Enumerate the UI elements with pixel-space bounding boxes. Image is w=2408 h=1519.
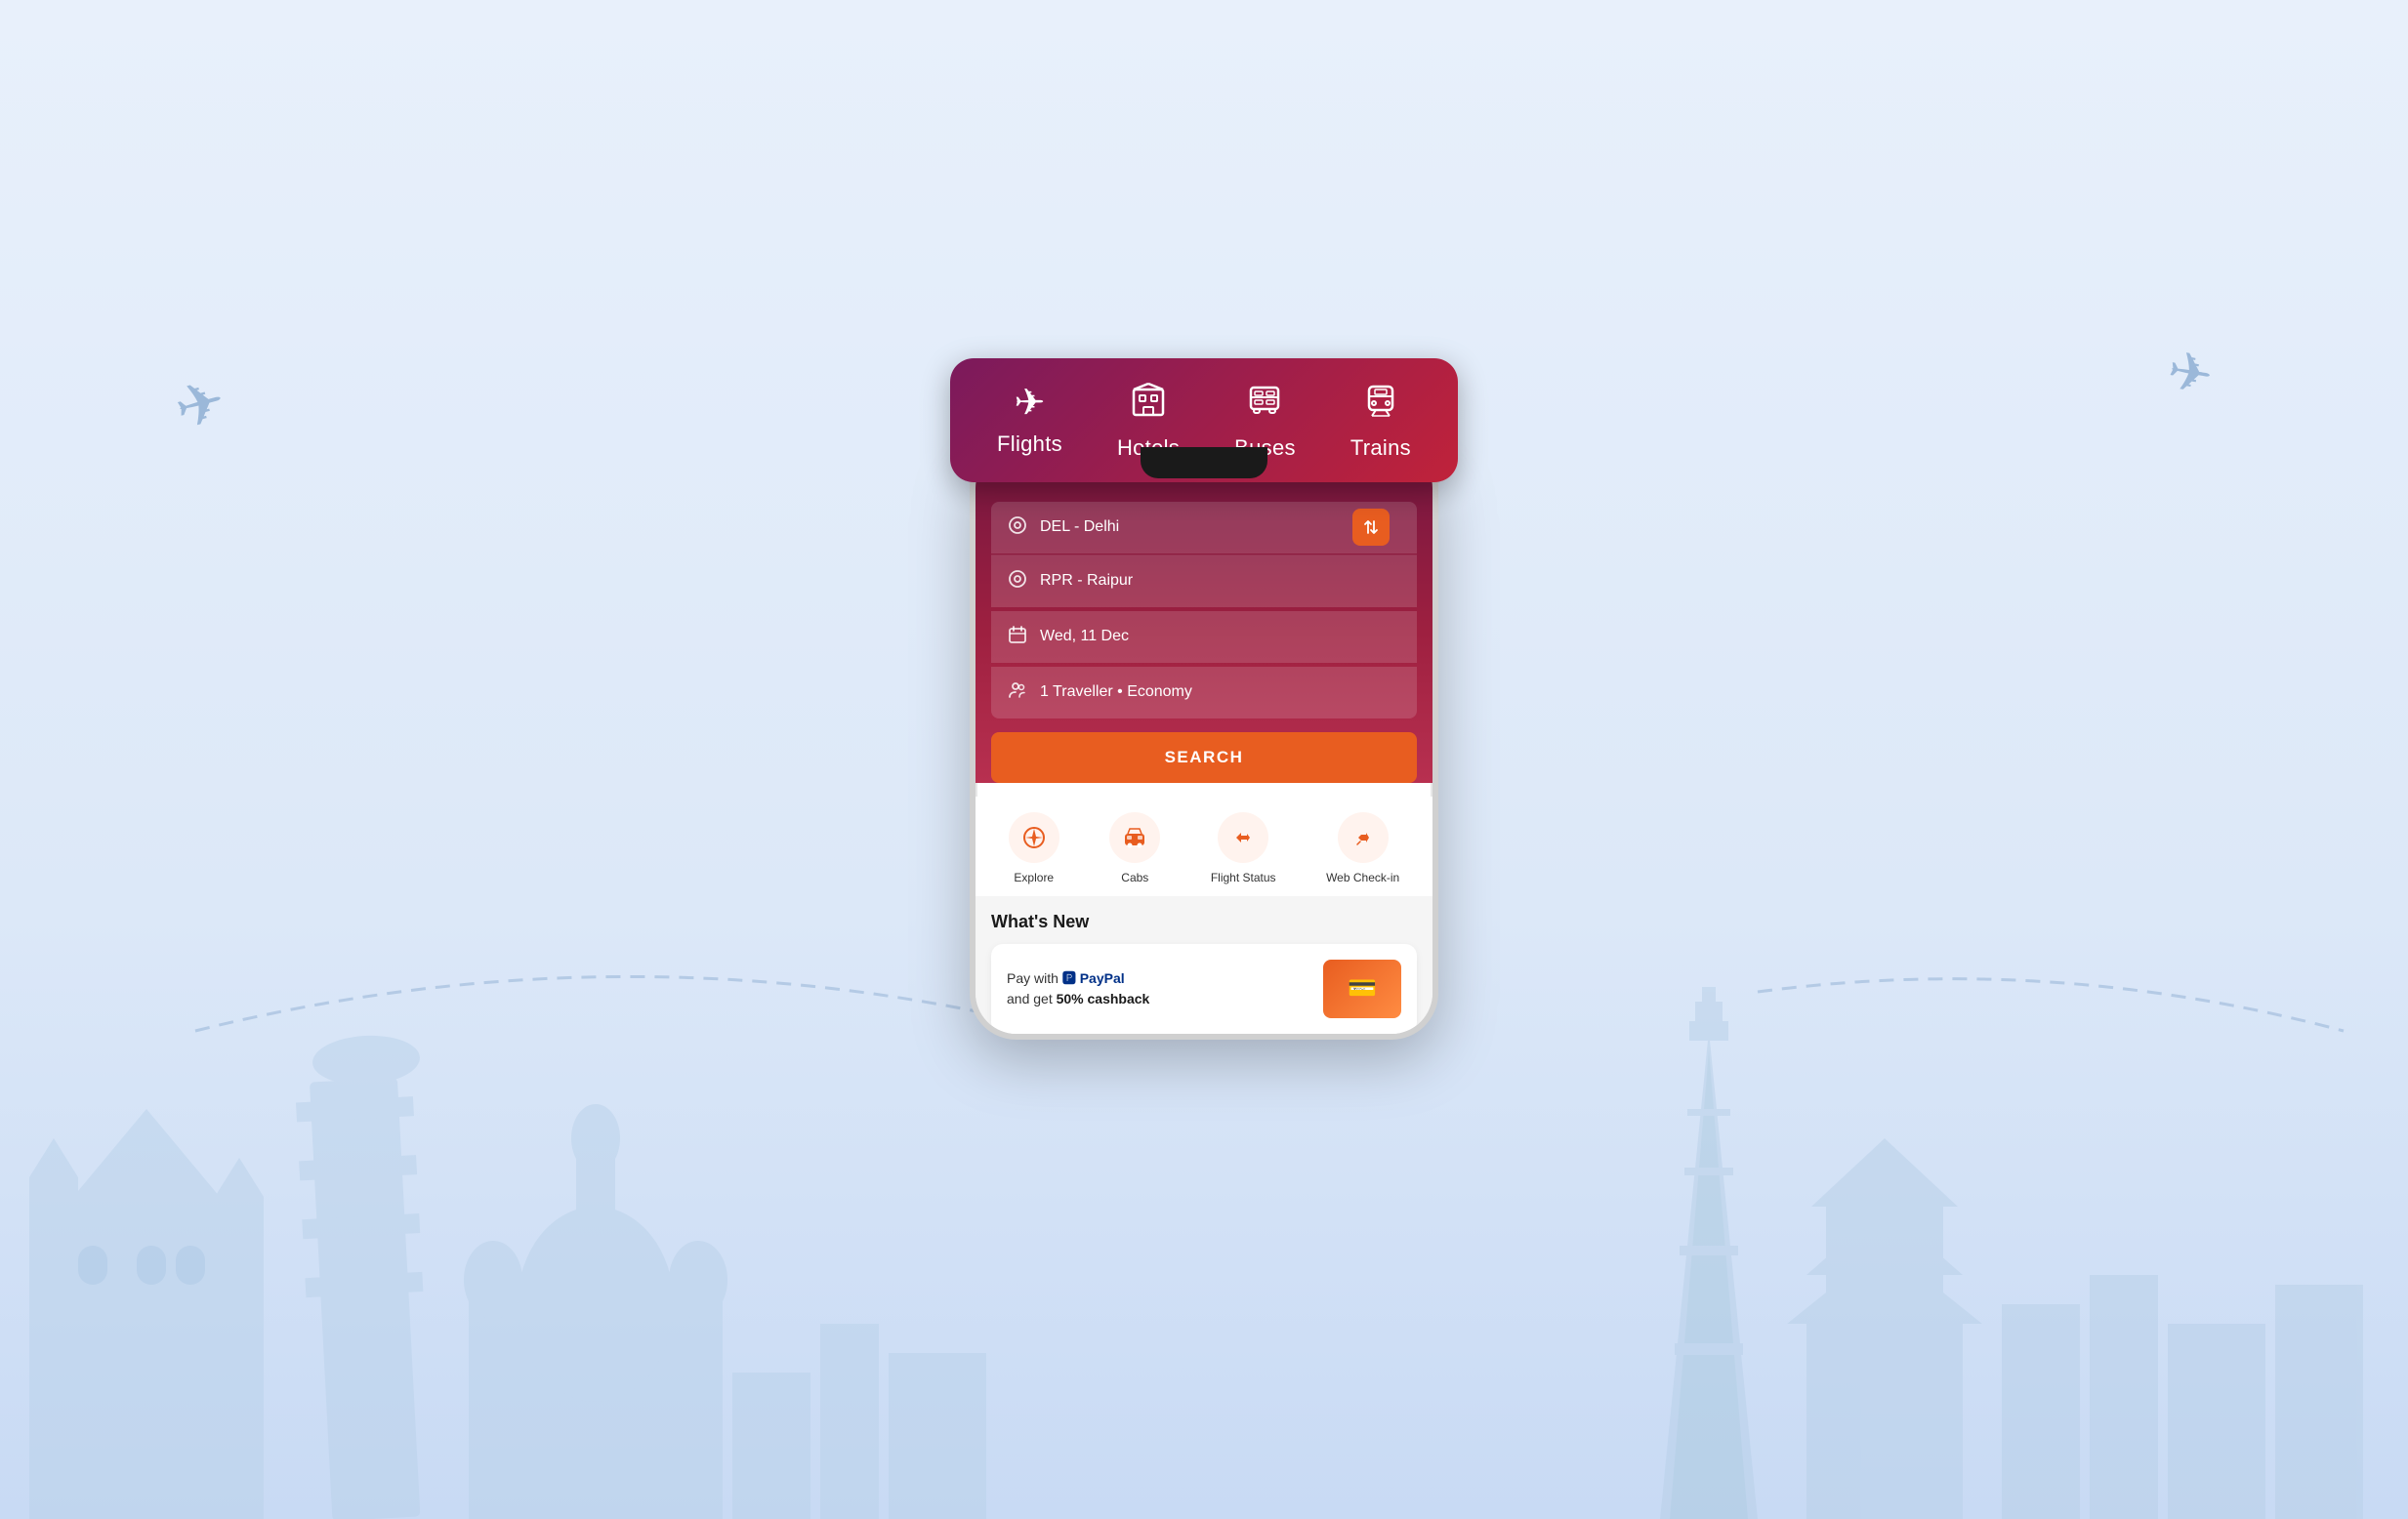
whats-new-title: What's New [991, 912, 1417, 932]
flight-status-icon-circle [1218, 812, 1268, 863]
quick-actions-bar: Explore Cabs [976, 797, 1432, 896]
cashback-text: 50% cashback [1057, 991, 1150, 1006]
web-checkin-icon-circle [1338, 812, 1389, 863]
from-field[interactable]: DEL - Delhi [991, 502, 1417, 554]
travellers-text: 1 Traveller • Economy [1040, 683, 1192, 701]
date-field[interactable]: Wed, 11 Dec [991, 611, 1417, 663]
promo-card[interactable]: Pay with 🅿 PayPal and get 50% cashback 💳 [991, 944, 1417, 1034]
nav-item-flights[interactable]: ✈ Flights [997, 385, 1062, 457]
search-button[interactable]: SEARCH [991, 732, 1417, 783]
explore-icon-circle [1009, 812, 1059, 863]
flight-status-action[interactable]: Flight Status [1211, 812, 1276, 884]
web-checkin-label: Web Check-in [1326, 871, 1399, 884]
flight-status-label: Flight Status [1211, 871, 1276, 884]
from-text: DEL - Delhi [1040, 518, 1119, 536]
web-checkin-action[interactable]: Web Check-in [1326, 812, 1399, 884]
cabs-label: Cabs [1121, 871, 1148, 884]
buses-icon [1246, 382, 1283, 426]
phone-notch [1141, 447, 1267, 478]
location-to-icon [1007, 569, 1028, 594]
cabs-action[interactable]: Cabs [1109, 812, 1160, 884]
promo-line1: Pay with 🅿 PayPal [1007, 968, 1149, 989]
phone-mockup: ✈ Flights Hotels [970, 441, 1438, 1040]
travellers-icon [1007, 680, 1028, 705]
whats-new-section: What's New Pay with 🅿 PayPal and get 50%… [976, 896, 1432, 1034]
to-text: RPR - Raipur [1040, 572, 1133, 590]
promo-image: 💳 [1323, 960, 1401, 1018]
hotels-icon [1130, 382, 1167, 426]
trains-label: Trains [1350, 435, 1411, 461]
search-section: DEL - Delhi RPR - Raipur [976, 482, 1432, 783]
nav-item-trains[interactable]: Trains [1350, 382, 1411, 461]
explore-action[interactable]: Explore [1009, 812, 1059, 884]
promo-line2: and get 50% cashback [1007, 989, 1149, 1009]
explore-label: Explore [1014, 871, 1054, 884]
flights-icon: ✈ [1015, 385, 1046, 422]
travellers-field[interactable]: 1 Traveller • Economy [991, 667, 1417, 718]
promo-text: Pay with 🅿 PayPal and get 50% cashback [1007, 968, 1149, 1009]
flights-label: Flights [997, 431, 1062, 457]
location-from-icon [1007, 515, 1028, 540]
cabs-icon-circle [1109, 812, 1160, 863]
date-text: Wed, 11 Dec [1040, 628, 1129, 645]
paypal-brand: 🅿 PayPal [1062, 970, 1125, 986]
to-field[interactable]: RPR - Raipur [991, 555, 1417, 607]
trains-icon [1362, 382, 1399, 426]
search-button-label: SEARCH [1165, 748, 1244, 766]
calendar-icon [1007, 625, 1028, 649]
swap-button[interactable] [1352, 509, 1390, 546]
phone-frame: DEL - Delhi RPR - Raipur [970, 441, 1438, 1040]
